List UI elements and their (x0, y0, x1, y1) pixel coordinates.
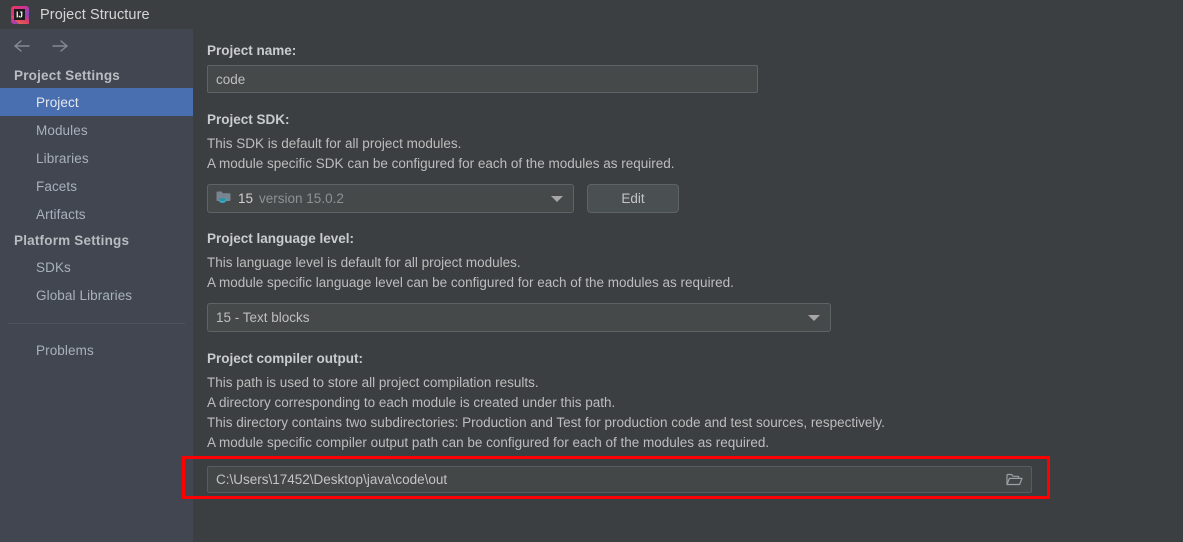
sidebar-item-artifacts[interactable]: Artifacts (0, 200, 193, 228)
sidebar-item-label: SDKs (36, 259, 71, 275)
sidebar-item-label: Libraries (36, 150, 89, 166)
chevron-down-icon (808, 314, 820, 321)
project-structure-dialog: IJ Project Structure Project Settings Pr… (0, 0, 1183, 542)
java-sdk-folder-icon (216, 190, 232, 207)
intellij-idea-logo-icon: IJ (11, 5, 29, 24)
project-sdk-row: 15 version 15.0.2 Edit (207, 184, 1183, 213)
project-sdk-dropdown[interactable]: 15 version 15.0.2 (207, 184, 574, 213)
sidebar-item-label: Global Libraries (36, 287, 133, 303)
forward-button[interactable] (50, 36, 70, 56)
sidebar-item-label: Artifacts (36, 206, 86, 222)
project-sdk-label: Project SDK: (207, 112, 290, 127)
sidebar-item-label: Project (36, 94, 79, 110)
folder-open-icon[interactable] (1003, 470, 1025, 490)
back-button[interactable] (12, 36, 32, 56)
sidebar-group-project-settings: Project Settings (14, 68, 120, 83)
sidebar-item-label: Problems (36, 342, 94, 358)
edit-sdk-button[interactable]: Edit (587, 184, 679, 213)
compiler-output-description-line3: This directory contains two subdirectori… (207, 415, 885, 430)
project-sdk-description-line2: A module specific SDK can be configured … (207, 156, 675, 171)
sidebar-item-libraries[interactable]: Libraries (0, 144, 193, 172)
sidebar-item-sdks[interactable]: SDKs (0, 253, 193, 281)
settings-sidebar: Project Settings Project Modules Librari… (0, 29, 193, 542)
project-compiler-output-label: Project compiler output: (207, 351, 364, 366)
sidebar-item-facets[interactable]: Facets (0, 172, 193, 200)
project-name-input[interactable]: code (207, 65, 758, 93)
project-name-label: Project name: (207, 43, 297, 58)
project-name-value: code (216, 71, 246, 87)
compiler-output-input[interactable]: C:\Users\17452\Desktop\java\code\out (207, 466, 1032, 493)
sidebar-item-problems[interactable]: Problems (0, 336, 193, 364)
sidebar-item-label: Modules (36, 122, 88, 138)
window-title: Project Structure (40, 6, 150, 23)
project-sdk-version: version 15.0.2 (259, 191, 344, 206)
title-bar: IJ Project Structure (0, 0, 1183, 29)
language-level-description-line2: A module specific language level can be … (207, 275, 734, 290)
project-settings-panel: Project name: code Project SDK: This SDK… (182, 29, 1183, 542)
sidebar-item-modules[interactable]: Modules (0, 116, 193, 144)
language-level-description-line1: This language level is default for all p… (207, 255, 521, 270)
sidebar-item-label: Facets (36, 178, 78, 194)
compiler-output-description-line1: This path is used to store all project c… (207, 375, 539, 390)
compiler-output-value: C:\Users\17452\Desktop\java\code\out (216, 472, 448, 487)
compiler-output-description-line2: A directory corresponding to each module… (207, 395, 616, 410)
edit-button-label: Edit (621, 191, 645, 206)
compiler-output-row: C:\Users\17452\Desktop\java\code\out (182, 456, 1183, 499)
sidebar-divider (8, 323, 185, 324)
sidebar-item-global-libraries[interactable]: Global Libraries (0, 281, 193, 309)
chevron-down-icon (551, 195, 563, 202)
project-sdk-description-line1: This SDK is default for all project modu… (207, 136, 462, 151)
sidebar-item-project[interactable]: Project (0, 88, 193, 116)
project-language-level-label: Project language level: (207, 231, 355, 246)
svg-text:IJ: IJ (16, 10, 23, 19)
sidebar-navigation-bar (0, 29, 193, 63)
compiler-output-description-line4: A module specific compiler output path c… (207, 435, 770, 450)
sidebar-group-platform-settings: Platform Settings (14, 233, 130, 248)
project-sdk-name: 15 (238, 191, 254, 206)
project-language-level-dropdown[interactable]: 15 - Text blocks (207, 303, 831, 332)
language-level-value: 15 - Text blocks (216, 310, 310, 325)
